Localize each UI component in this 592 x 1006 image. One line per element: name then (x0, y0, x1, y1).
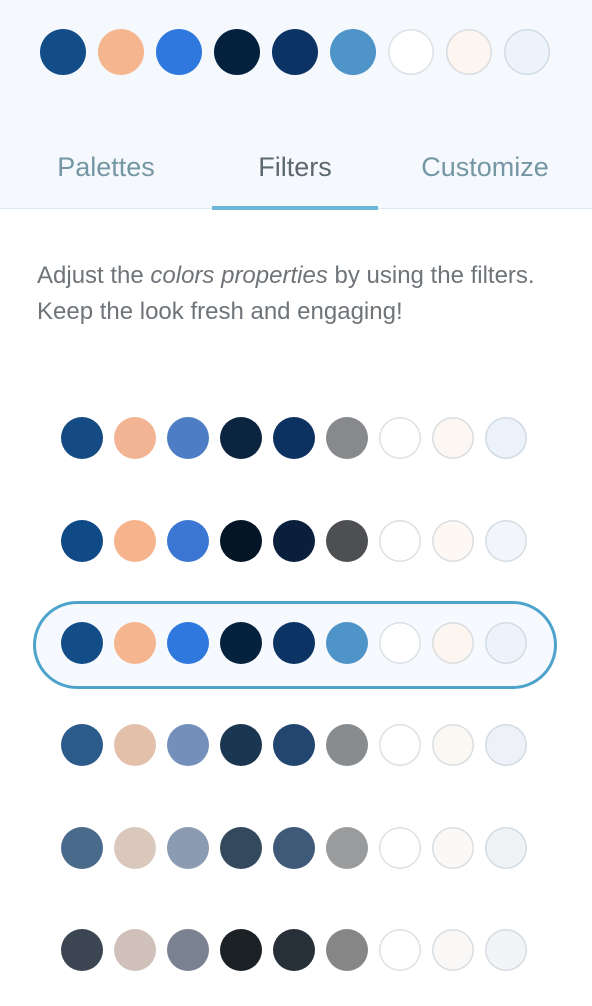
color-swatch[interactable] (330, 29, 376, 75)
color-swatch (167, 520, 209, 562)
color-swatch (379, 622, 421, 664)
color-swatch (379, 724, 421, 766)
color-swatch (114, 827, 156, 869)
color-swatch (167, 417, 209, 459)
color-swatch[interactable] (40, 29, 86, 75)
color-swatch (432, 520, 474, 562)
color-swatch (432, 929, 474, 971)
tab-filters[interactable]: Filters (212, 130, 378, 210)
color-swatch (326, 724, 368, 766)
color-swatch (326, 520, 368, 562)
color-swatch (273, 520, 315, 562)
color-swatch (485, 724, 527, 766)
color-swatch (167, 724, 209, 766)
color-swatch[interactable] (446, 29, 492, 75)
color-swatch[interactable] (388, 29, 434, 75)
filter-swatches (61, 827, 527, 869)
filter-option-selected[interactable] (33, 601, 557, 689)
color-swatch (326, 827, 368, 869)
color-swatch (432, 417, 474, 459)
color-swatch (485, 417, 527, 459)
color-swatch (61, 520, 103, 562)
color-swatch (432, 622, 474, 664)
color-swatch (61, 929, 103, 971)
filter-swatches (61, 622, 527, 664)
tab-filters-label: Filters (258, 152, 332, 182)
filters-description: Adjust the colors properties by using th… (37, 258, 557, 330)
palette-header: Palettes Filters Customize (0, 0, 592, 210)
color-swatch (114, 929, 156, 971)
color-swatch[interactable] (272, 29, 318, 75)
filter-swatches (61, 417, 527, 459)
color-swatch (485, 929, 527, 971)
tab-customize-label: Customize (421, 152, 549, 182)
color-swatch (61, 622, 103, 664)
color-swatch (114, 724, 156, 766)
color-swatch (273, 724, 315, 766)
color-swatch (485, 827, 527, 869)
color-swatch (326, 622, 368, 664)
filter-option[interactable] (33, 499, 557, 587)
filter-swatches (61, 520, 527, 562)
color-swatch (273, 929, 315, 971)
tab-palettes[interactable]: Palettes (0, 130, 212, 209)
color-swatch[interactable] (504, 29, 550, 75)
color-swatch (273, 622, 315, 664)
color-swatch (379, 417, 421, 459)
color-swatch (485, 622, 527, 664)
description-emphasis: colors properties (150, 262, 328, 289)
color-swatch (220, 417, 262, 459)
color-swatch (167, 929, 209, 971)
color-swatch (379, 827, 421, 869)
tab-palettes-label: Palettes (57, 152, 155, 182)
color-swatch (220, 724, 262, 766)
color-swatch (379, 929, 421, 971)
filter-option[interactable] (33, 806, 557, 894)
color-swatch (379, 520, 421, 562)
active-tab-indicator (212, 206, 378, 210)
color-swatch (114, 520, 156, 562)
color-swatch (273, 417, 315, 459)
color-swatch (61, 724, 103, 766)
filter-option[interactable] (33, 908, 557, 996)
color-swatch (114, 622, 156, 664)
color-swatch (61, 417, 103, 459)
filter-swatches (61, 929, 527, 971)
tab-customize[interactable]: Customize (378, 130, 592, 209)
tab-bar: Palettes Filters Customize (0, 130, 592, 210)
filter-option[interactable] (33, 703, 557, 791)
color-swatch (432, 724, 474, 766)
color-swatch[interactable] (98, 29, 144, 75)
color-swatch[interactable] (156, 29, 202, 75)
color-swatch (114, 417, 156, 459)
color-swatch (220, 520, 262, 562)
color-swatch (485, 520, 527, 562)
color-swatch (432, 827, 474, 869)
color-swatch (326, 929, 368, 971)
color-swatch[interactable] (214, 29, 260, 75)
filter-option[interactable] (33, 396, 557, 484)
color-swatch (220, 929, 262, 971)
color-swatch (61, 827, 103, 869)
color-swatch (220, 827, 262, 869)
color-swatch (326, 417, 368, 459)
filter-swatches (61, 724, 527, 766)
color-swatch (220, 622, 262, 664)
color-swatch (273, 827, 315, 869)
color-swatch (167, 622, 209, 664)
color-swatch (167, 827, 209, 869)
description-prefix: Adjust the (37, 262, 151, 289)
current-palette (40, 29, 550, 75)
